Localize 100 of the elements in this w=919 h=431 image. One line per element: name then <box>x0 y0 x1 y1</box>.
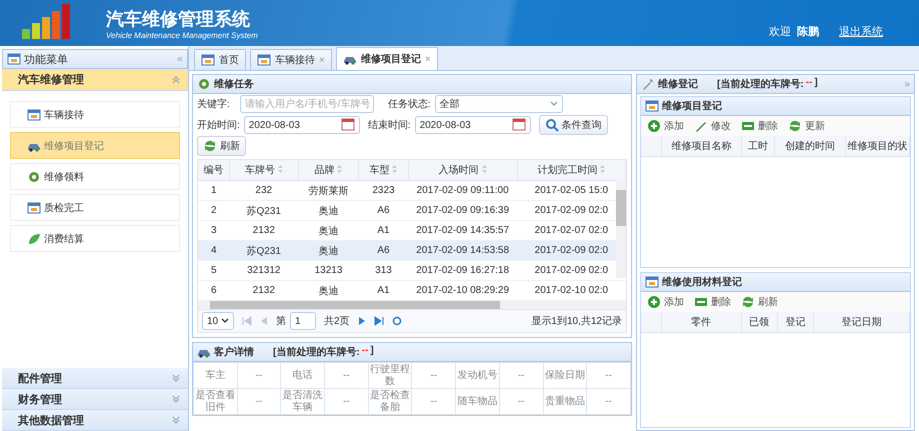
table-cell: -- <box>499 388 543 414</box>
table-cell: 2 <box>198 200 230 220</box>
search-button[interactable]: 条件查询 <box>538 115 608 135</box>
column-header[interactable]: 维修项目名称 <box>661 136 742 156</box>
date-input[interactable]: 2020-08-03 <box>244 116 360 134</box>
menu-item[interactable]: 维修领料 <box>10 163 180 190</box>
column-header[interactable]: 入场时间 <box>408 160 518 180</box>
horizontal-scrollbar[interactable] <box>198 301 626 309</box>
table-cell: 电话 <box>280 362 325 388</box>
column-header[interactable]: 维修项目的状 <box>846 136 910 156</box>
status-select[interactable]: 全部 <box>434 95 563 113</box>
refresh-icon <box>741 295 755 309</box>
table-row[interactable]: 4 苏Q231 奥迪 A6 2017-02-09 14:53:58 2017-02-09 02:0 <box>198 240 626 260</box>
window-icon <box>7 52 21 66</box>
window-icon <box>201 53 215 67</box>
calendar-icon <box>340 116 355 130</box>
table-cell: 313 <box>358 260 408 280</box>
table-cell: 5 <box>198 260 230 280</box>
refresh-button[interactable]: 刷新 <box>197 136 246 156</box>
minus-icon <box>741 119 755 133</box>
tab[interactable]: 维修项目登记 × <box>336 47 438 70</box>
next-page-icon[interactable] <box>358 316 366 326</box>
column-header[interactable]: 计划完工时间 <box>517 160 626 180</box>
column-header[interactable]: 登记 <box>777 312 814 332</box>
menu-item[interactable]: 质检完工 <box>10 194 180 221</box>
table-cell: A6 <box>358 200 408 220</box>
field-label: 结束时间: <box>368 118 411 132</box>
table-cell: 13213 <box>298 260 359 280</box>
column-header[interactable]: 车牌号 <box>230 160 298 180</box>
vertical-scrollbar[interactable] <box>616 180 626 278</box>
table-cell: -- <box>586 362 630 388</box>
menu-item[interactable]: 维修项目登记 <box>10 132 180 159</box>
toolbar-button[interactable]: 添加 <box>647 295 684 309</box>
table-cell: -- <box>237 388 281 414</box>
table-cell: 劳斯莱斯 <box>298 180 359 200</box>
toolbar-button[interactable]: 刷新 <box>741 295 778 309</box>
menu-item[interactable]: 消费结算 <box>10 225 180 252</box>
column-header[interactable]: 零件 <box>661 312 742 332</box>
table-cell: 随车物品 <box>456 388 500 414</box>
plate-bracket: ] <box>370 345 374 358</box>
table-cell: -- <box>324 388 368 414</box>
menu-item[interactable]: 车辆接待 <box>10 101 180 128</box>
table-cell: 是否清洗车辆 <box>280 388 325 414</box>
toolbar-button[interactable]: 删除 <box>741 119 778 133</box>
tab[interactable]: 首页 <box>194 49 246 70</box>
page-size-select[interactable]: 10 <box>202 312 234 330</box>
menu-group-header[interactable]: 其他数据管理 <box>2 410 188 431</box>
refresh-icon <box>203 139 217 153</box>
plate-value: -- <box>806 77 812 90</box>
table-cell: 贵重物品 <box>543 388 587 414</box>
tab[interactable]: 车辆接待 × <box>250 49 332 70</box>
column-header[interactable]: 登记日期 <box>813 312 910 332</box>
table-cell: 行驶里程数 <box>368 362 412 388</box>
toolbar-button[interactable]: 添加 <box>647 119 684 133</box>
column-header[interactable]: 创建的时间 <box>774 136 846 156</box>
logout-link[interactable]: 退出系统 <box>839 24 883 38</box>
table-cell: -- <box>412 388 456 414</box>
table-cell: 奥迪 <box>298 200 359 220</box>
plate-value: -- <box>362 345 368 358</box>
field-label: 开始时间: <box>197 118 240 132</box>
dropdown-icon <box>550 101 558 107</box>
toolbar-button[interactable]: 修改 <box>694 119 731 133</box>
minus-icon <box>694 295 708 309</box>
table-cell: 4 <box>198 240 230 260</box>
menu-group-header[interactable]: 财务管理 <box>2 389 188 410</box>
table-cell: 2017-02-09 16:27:18 <box>408 260 518 280</box>
previous-page-icon[interactable] <box>260 316 268 326</box>
menu-title: 功能菜单 <box>24 52 68 66</box>
toolbar-button[interactable]: 更新 <box>788 119 825 133</box>
table-cell: -- <box>237 362 281 388</box>
table-cell: 保险日期 <box>543 362 587 388</box>
plate-bracket: ] <box>814 77 818 90</box>
pencil-icon <box>694 119 708 133</box>
table-cell: 1 <box>198 180 230 200</box>
wrench-icon <box>641 77 655 91</box>
table-cell: -- <box>324 362 368 388</box>
column-header[interactable]: 车型 <box>358 160 408 180</box>
window-icon <box>645 99 659 113</box>
user-name: 陈鹏 <box>797 24 819 38</box>
panel-title: 维修任务 <box>214 77 254 91</box>
date-input[interactable]: 2020-08-03 <box>414 116 531 134</box>
column-header[interactable]: 品牌 <box>298 160 359 180</box>
table-cell: 苏Q231 <box>230 200 298 220</box>
first-page-icon[interactable] <box>242 316 252 326</box>
menu-group-header[interactable]: 配件管理 <box>2 368 188 389</box>
dropdown-icon <box>221 318 229 324</box>
table-cell: 2323 <box>358 180 408 200</box>
toolbar-button[interactable]: 删除 <box>694 295 731 309</box>
field-label: 关键字: <box>197 98 230 111</box>
record-summary: 显示1到10,共12记录 <box>531 314 622 328</box>
reload-icon[interactable] <box>392 316 402 326</box>
menu-group-header[interactable]: 汽车维修管理 <box>2 69 188 91</box>
window-icon <box>27 200 41 214</box>
column-header[interactable]: 已领 <box>741 312 778 332</box>
column-header[interactable]: 工时 <box>741 136 774 156</box>
section-title: 维修使用材料登记 <box>662 275 742 289</box>
last-page-icon[interactable] <box>374 316 384 326</box>
page-number-input[interactable]: 1 <box>290 312 316 330</box>
column-header[interactable]: 编号 <box>198 160 230 180</box>
table-cell: 是否查看旧件 <box>194 388 238 414</box>
